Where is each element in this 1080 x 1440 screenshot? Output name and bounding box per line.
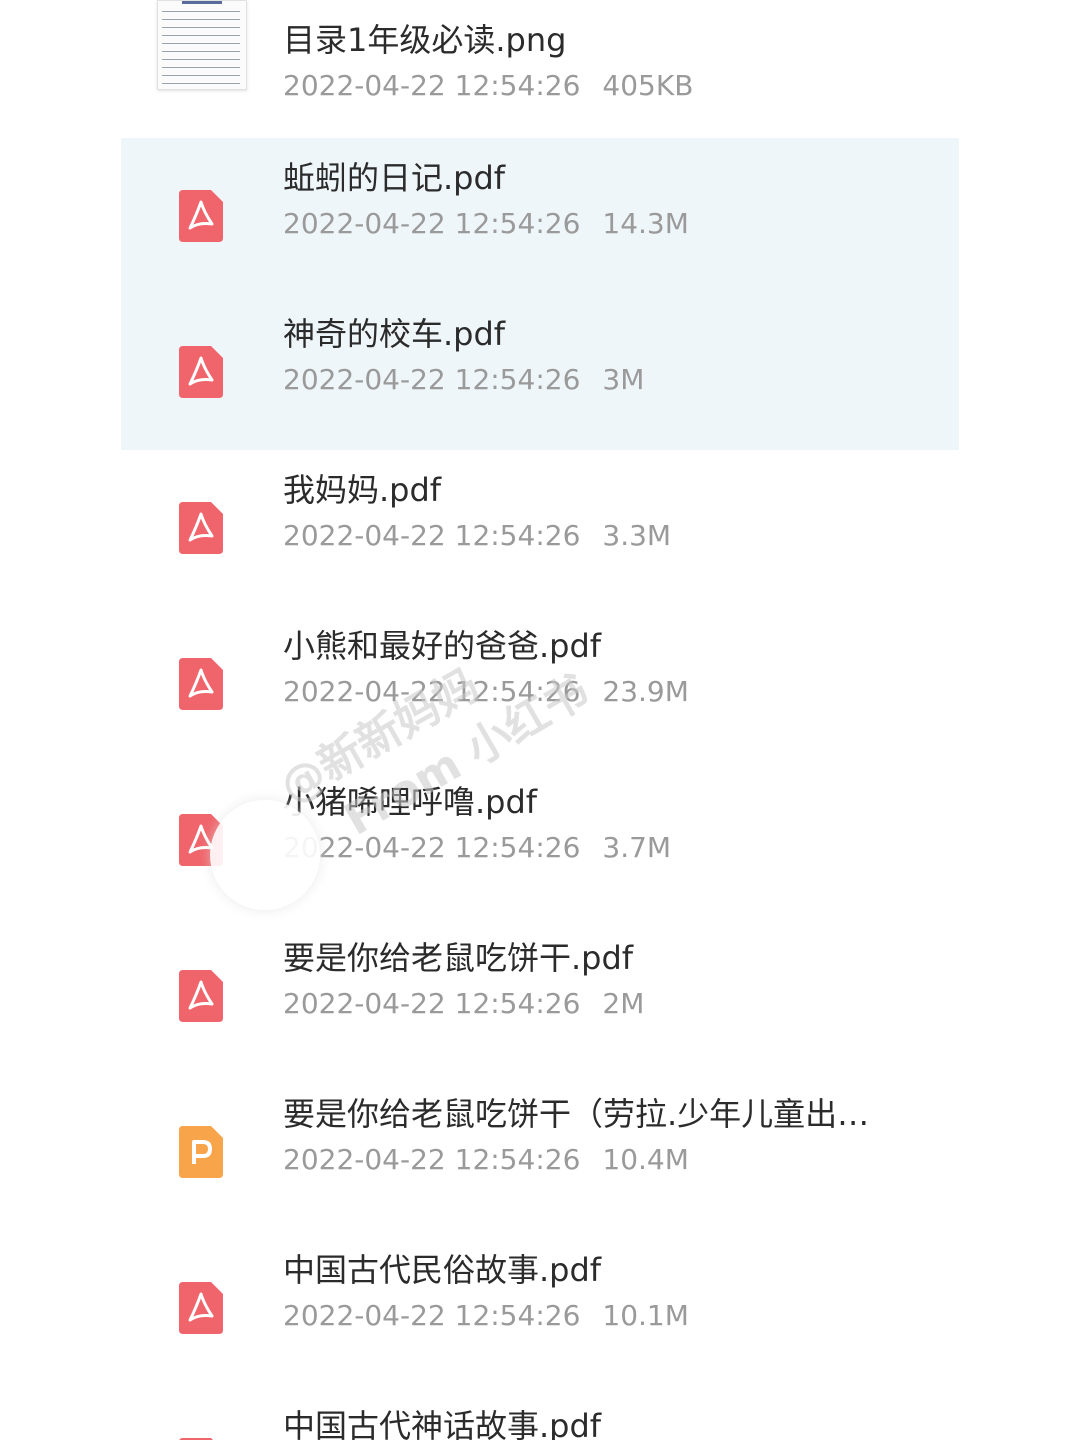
- file-date: 2022-04-22 12:54:26: [283, 987, 581, 1020]
- file-date: 2022-04-22 12:54:26: [283, 69, 581, 102]
- pdf-icon: [179, 814, 223, 866]
- pdf-icon: [179, 346, 223, 398]
- file-meta: 2022-04-22 12:54:26 3.3M: [283, 518, 671, 554]
- file-date: 2022-04-22 12:54:26: [283, 363, 581, 396]
- file-name: 蚯蚓的日记.pdf: [283, 159, 506, 197]
- file-size: 3.3M: [602, 519, 672, 552]
- file-size: 23.9M: [602, 675, 689, 708]
- file-size: 405KB: [602, 69, 694, 102]
- file-row[interactable]: 小熊和最好的爸爸.pdf 2022-04-22 12:54:26 23.9M: [121, 606, 959, 762]
- file-size: 10.4M: [602, 1143, 689, 1176]
- file-meta: 2022-04-22 12:54:26 405KB: [283, 68, 693, 104]
- file-meta: 2022-04-22 12:54:26 3.7M: [283, 830, 671, 866]
- file-row[interactable]: 要是你给老鼠吃饼干.pdf 2022-04-22 12:54:26 2M: [121, 918, 959, 1074]
- pdf-icon: [179, 1282, 223, 1334]
- file-name: 要是你给老鼠吃饼干.pdf: [283, 939, 634, 977]
- file-row[interactable]: 目录1年级必读.png 2022-04-22 12:54:26 405KB: [121, 0, 959, 142]
- file-meta: 2022-04-22 12:54:26 23.9M: [283, 674, 689, 710]
- file-size: 3M: [602, 363, 645, 396]
- file-meta: 2022-04-22 12:54:26 14.3M: [283, 206, 689, 242]
- file-list: 目录1年级必读.png 2022-04-22 12:54:26 405KB 蚯蚓的…: [0, 0, 1080, 1440]
- file-name: 中国古代民俗故事.pdf: [283, 1251, 602, 1289]
- file-name: 小熊和最好的爸爸.pdf: [283, 627, 602, 665]
- file-row[interactable]: 要是你给老鼠吃饼干（劳拉.少年儿童出… 2022-04-22 12:54:26 1…: [121, 1074, 959, 1230]
- file-meta: 2022-04-22 12:54:26 10.4M: [283, 1142, 689, 1178]
- file-size: 2M: [602, 987, 645, 1020]
- file-row[interactable]: 中国古代神话故事.pdf: [121, 1386, 959, 1440]
- file-row[interactable]: 中国古代民俗故事.pdf 2022-04-22 12:54:26 10.1M: [121, 1230, 959, 1386]
- file-name: 我妈妈.pdf: [283, 471, 442, 509]
- file-size: 10.1M: [602, 1299, 689, 1332]
- pdf-icon: [179, 970, 223, 1022]
- pdf-icon: [179, 190, 223, 242]
- file-name: 神奇的校车.pdf: [283, 315, 506, 353]
- file-date: 2022-04-22 12:54:26: [283, 675, 581, 708]
- file-name: 中国古代神话故事.pdf: [283, 1407, 602, 1440]
- file-date: 2022-04-22 12:54:26: [283, 207, 581, 240]
- ppt-icon: [179, 1126, 223, 1178]
- file-meta: 2022-04-22 12:54:26 2M: [283, 986, 644, 1022]
- file-name: 目录1年级必读.png: [283, 21, 567, 59]
- file-row[interactable]: 蚯蚓的日记.pdf 2022-04-22 12:54:26 14.3M: [121, 138, 959, 294]
- file-meta: 2022-04-22 12:54:26 3M: [283, 362, 644, 398]
- file-size: 3.7M: [602, 831, 672, 864]
- file-name: 小猪唏哩呼噜.pdf: [283, 783, 538, 821]
- file-row[interactable]: 神奇的校车.pdf 2022-04-22 12:54:26 3M: [121, 294, 959, 450]
- file-row[interactable]: 我妈妈.pdf 2022-04-22 12:54:26 3.3M: [121, 450, 959, 606]
- pdf-icon: [179, 502, 223, 554]
- file-name: 要是你给老鼠吃饼干（劳拉.少年儿童出…: [283, 1095, 870, 1133]
- pdf-icon: [179, 658, 223, 710]
- file-row[interactable]: 小猪唏哩呼噜.pdf 2022-04-22 12:54:26 3.7M: [121, 762, 959, 918]
- file-date: 2022-04-22 12:54:26: [283, 1299, 581, 1332]
- file-meta: 2022-04-22 12:54:26 10.1M: [283, 1298, 689, 1334]
- file-size: 14.3M: [602, 207, 689, 240]
- file-date: 2022-04-22 12:54:26: [283, 519, 581, 552]
- file-date: 2022-04-22 12:54:26: [283, 1143, 581, 1176]
- image-thumbnail-icon: [157, 0, 247, 90]
- file-date: 2022-04-22 12:54:26: [283, 831, 581, 864]
